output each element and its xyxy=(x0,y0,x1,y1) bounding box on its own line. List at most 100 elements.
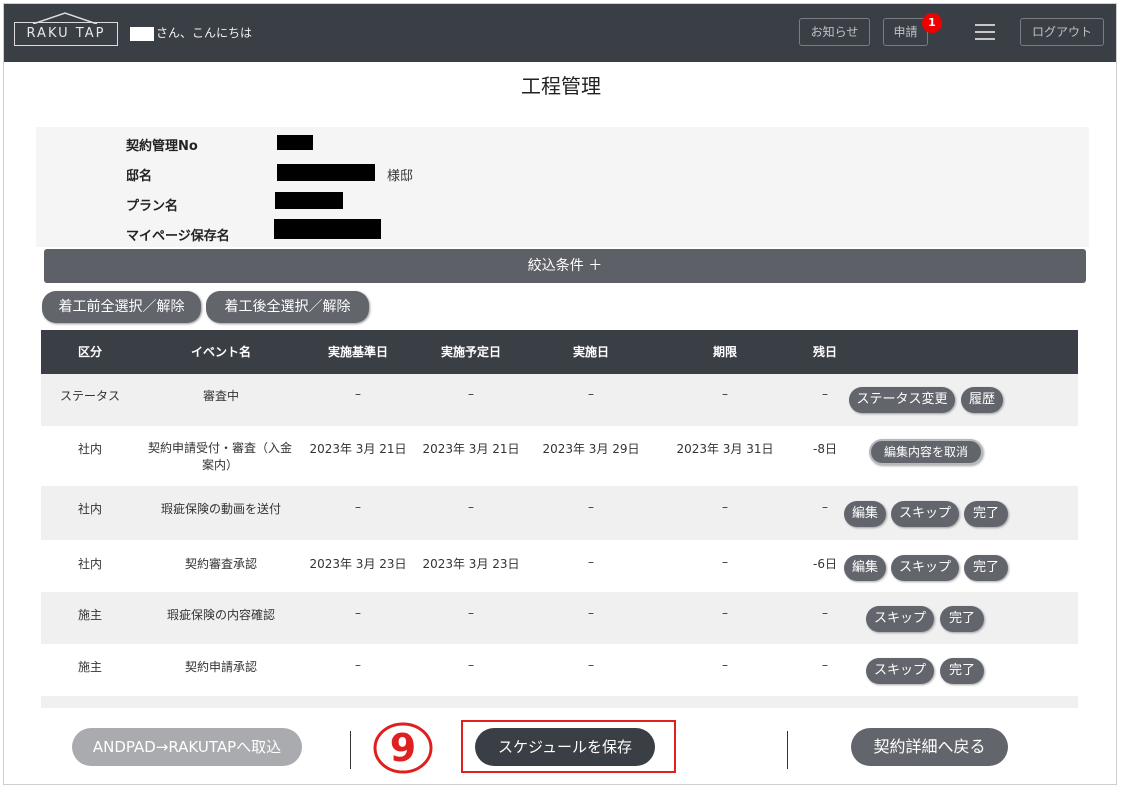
plan-name-label: プラン名 xyxy=(126,199,179,214)
base-date-cell: 2023年 3月 21日 xyxy=(309,442,407,456)
base-date-cell: – xyxy=(355,500,361,514)
done-date-cell: – xyxy=(588,658,594,672)
complete-button[interactable]: 完了 xyxy=(964,555,1008,581)
event-cell: 瑕疵保険の動画を送付 xyxy=(160,502,281,516)
notice-button[interactable]: お知らせ xyxy=(799,18,870,46)
house-suffix: 様邸 xyxy=(387,169,414,184)
planned-date-cell: – xyxy=(468,387,474,401)
category-cell: ステータス xyxy=(59,389,120,403)
table-row: 社内 瑕疵保険の動画を送付 – – – – – 編集 スキップ 完了 xyxy=(41,486,1078,540)
table-row: 施主 瑕疵保険の内容確認 – – – – – スキップ 完了 xyxy=(41,592,1078,644)
greeting: さん、こんにちは xyxy=(130,24,252,41)
mypage-save-name-label: マイページ保存名 xyxy=(126,229,230,244)
column-header: 残日 xyxy=(812,345,837,359)
deadline-cell: – xyxy=(722,658,728,672)
redacted-contract-no xyxy=(277,135,313,150)
schedule-table-header: 区分 イベント名 実施基準日 実施予定日 実施日 期限 残日 xyxy=(41,330,1078,374)
select-before-construction-button[interactable]: 着工前全選択／解除 xyxy=(42,291,201,323)
column-header: 期限 xyxy=(712,345,737,359)
base-date-cell: – xyxy=(355,658,361,672)
skip-button[interactable]: スキップ xyxy=(866,606,934,632)
skip-button[interactable]: スキップ xyxy=(866,658,934,684)
select-after-construction-button[interactable]: 着工後全選択／解除 xyxy=(206,291,369,323)
table-row: 社内 契約審査承認 2023年 3月 23日 2023年 3月 23日 – – … xyxy=(41,540,1078,592)
event-cell: 瑕疵保険の内容確認 xyxy=(166,608,275,622)
contract-no-label: 契約管理No xyxy=(126,139,198,154)
status-change-button[interactable]: ステータス変更 xyxy=(849,387,955,413)
base-date-cell: – xyxy=(355,606,361,620)
contract-info-panel: 契約管理No 邸名 様邸 プラン名 マイページ保存名 xyxy=(36,127,1089,247)
event-cell: 契約申請受付・審査（入金案内） xyxy=(147,441,292,472)
complete-button[interactable]: 完了 xyxy=(940,606,984,632)
done-date-cell: – xyxy=(588,555,594,569)
house-name-label: 邸名 xyxy=(126,169,153,184)
page-title: 工程管理 xyxy=(521,74,601,98)
category-cell: 社内 xyxy=(77,502,102,516)
base-date-cell: 2023年 3月 23日 xyxy=(309,557,407,571)
app-window: RAKU TAP さん、こんにちは お知らせ 申請 1 ログアウト 工程管理 契… xyxy=(3,3,1117,785)
redacted-house-name xyxy=(277,164,375,181)
edit-button[interactable]: 編集 xyxy=(844,501,886,527)
save-schedule-button[interactable]: スケジュールを保存 xyxy=(475,728,655,766)
filter-conditions-toggle[interactable]: 絞込条件 ＋ xyxy=(44,249,1086,283)
deadline-cell: – xyxy=(722,500,728,514)
planned-date-cell: – xyxy=(468,606,474,620)
top-navbar: RAKU TAP さん、こんにちは お知らせ 申請 1 ログアウト xyxy=(4,4,1116,62)
remaining-cell: -8日 xyxy=(813,442,837,456)
planned-date-cell: 2023年 3月 23日 xyxy=(422,557,520,571)
table-row xyxy=(41,696,1078,708)
skip-button[interactable]: スキップ xyxy=(891,501,959,527)
column-header: 区分 xyxy=(77,345,102,359)
redacted-user-name xyxy=(130,26,154,41)
history-button[interactable]: 履歴 xyxy=(961,387,1003,413)
divider xyxy=(787,731,788,769)
logo-roof-icon xyxy=(32,12,98,24)
deadline-cell: – xyxy=(722,606,728,620)
column-header: 実施基準日 xyxy=(327,345,388,359)
back-to-contract-button[interactable]: 契約詳細へ戻る xyxy=(851,728,1008,766)
redacted-mypage-save-name xyxy=(274,219,381,239)
remaining-cell: – xyxy=(822,387,828,401)
column-header: イベント名 xyxy=(190,345,251,359)
done-date-cell: – xyxy=(588,500,594,514)
category-cell: 施主 xyxy=(77,608,102,622)
cancel-edit-button[interactable]: 編集内容を取消 xyxy=(869,439,983,465)
done-date-cell: – xyxy=(588,387,594,401)
done-date-cell: – xyxy=(588,606,594,620)
remaining-cell: – xyxy=(822,606,828,620)
category-cell: 社内 xyxy=(77,442,102,456)
deadline-cell: 2023年 3月 31日 xyxy=(676,442,774,456)
step-number-text: 9 xyxy=(390,726,416,770)
deadline-cell: – xyxy=(722,387,728,401)
deadline-cell: – xyxy=(722,555,728,569)
column-header: 実施日 xyxy=(572,345,609,359)
table-row: 社内 契約申請受付・審査（入金案内） 2023年 3月 21日 2023年 3月… xyxy=(41,426,1078,486)
request-count-badge: 1 xyxy=(922,13,942,33)
done-date-cell: 2023年 3月 29日 xyxy=(542,442,640,456)
redacted-plan-name xyxy=(275,192,343,209)
planned-date-cell: – xyxy=(468,658,474,672)
remaining-cell: – xyxy=(822,658,828,672)
logout-button[interactable]: ログアウト xyxy=(1020,18,1104,46)
complete-button[interactable]: 完了 xyxy=(964,501,1008,527)
category-cell: 施主 xyxy=(77,660,102,674)
event-cell: 審査中 xyxy=(202,389,239,403)
complete-button[interactable]: 完了 xyxy=(940,658,984,684)
skip-button[interactable]: スキップ xyxy=(891,555,959,581)
event-cell: 契約審査承認 xyxy=(184,557,257,571)
planned-date-cell: 2023年 3月 21日 xyxy=(422,442,520,456)
category-cell: 社内 xyxy=(77,557,102,571)
andpad-import-button[interactable]: ANDPAD→RAKUTAPへ取込 xyxy=(72,728,302,766)
table-row: ステータス 審査中 – – – – – ステータス変更 履歴 xyxy=(41,374,1078,426)
table-row: 施主 契約申請承認 – – – – – スキップ 完了 xyxy=(41,644,1078,696)
step-number-marker: 9 xyxy=(373,722,433,774)
event-cell: 契約申請承認 xyxy=(184,660,257,674)
edit-button[interactable]: 編集 xyxy=(844,555,886,581)
raku-tap-logo[interactable]: RAKU TAP xyxy=(14,12,118,46)
logo-text: RAKU TAP xyxy=(26,26,106,41)
column-header: 実施予定日 xyxy=(440,345,501,359)
hamburger-menu-icon[interactable] xyxy=(975,24,995,40)
base-date-cell: – xyxy=(355,387,361,401)
planned-date-cell: – xyxy=(468,500,474,514)
greeting-text: さん、こんにちは xyxy=(156,26,253,40)
